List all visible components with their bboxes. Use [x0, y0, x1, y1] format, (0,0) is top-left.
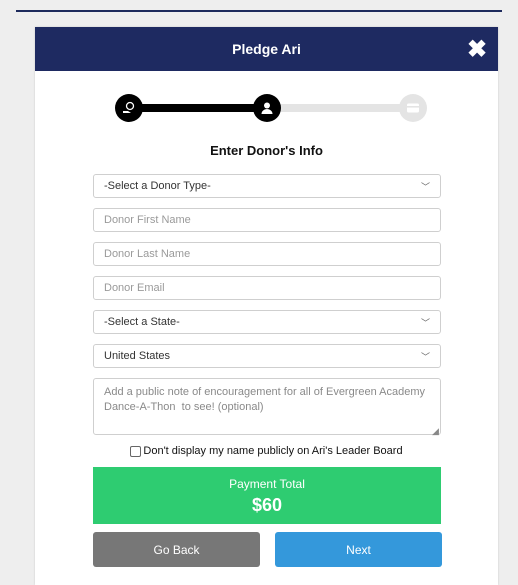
- payment-total-amount: $60: [251, 495, 283, 515]
- pledge-modal: Pledge Ari ✖ Enter Donor's Info -Select: [35, 27, 498, 585]
- modal-header: Pledge Ari ✖: [35, 27, 498, 71]
- payment-total-label: Payment Total: [229, 477, 305, 491]
- next-button[interactable]: Next: [275, 532, 442, 567]
- top-rule: [16, 10, 502, 12]
- close-icon[interactable]: ✖: [464, 36, 490, 63]
- step-3-payment-icon: [399, 94, 427, 122]
- step-2-user-icon: [253, 94, 281, 122]
- chevron-down-icon: ﹀: [420, 317, 430, 328]
- hide-name-checkbox[interactable]: [130, 445, 142, 457]
- chevron-down-icon: ﹀: [420, 181, 430, 192]
- section-title: Enter Donor's Info: [210, 143, 323, 158]
- go-back-button[interactable]: Go Back: [93, 532, 260, 567]
- donor-type-select[interactable]: -Select a Donor Type- ﹀: [93, 174, 441, 198]
- step-1-donation-icon: [115, 94, 143, 122]
- public-note-textarea[interactable]: [93, 378, 441, 435]
- country-select[interactable]: United States ﹀: [93, 344, 441, 368]
- hide-name-row: Don't display my name publicly on Ari's …: [35, 445, 498, 457]
- donor-email-input[interactable]: [93, 276, 441, 300]
- modal-title: Pledge Ari: [232, 41, 301, 57]
- stepper-progress: [133, 104, 273, 112]
- progress-stepper: [115, 91, 427, 125]
- hide-name-label[interactable]: Don't display my name publicly on Ari's …: [143, 445, 402, 457]
- donor-type-value: -Select a Donor Type-: [104, 180, 211, 192]
- state-value: -Select a State-: [104, 316, 180, 328]
- country-value: United States: [104, 350, 171, 362]
- donor-first-name-input[interactable]: [93, 208, 441, 232]
- donor-last-name-input[interactable]: [93, 242, 441, 266]
- resize-handle-icon[interactable]: ◢: [432, 426, 439, 437]
- payment-total-panel: Payment Total $60: [93, 467, 441, 524]
- chevron-down-icon: ﹀: [420, 351, 430, 362]
- state-select[interactable]: -Select a State- ﹀: [93, 310, 441, 334]
